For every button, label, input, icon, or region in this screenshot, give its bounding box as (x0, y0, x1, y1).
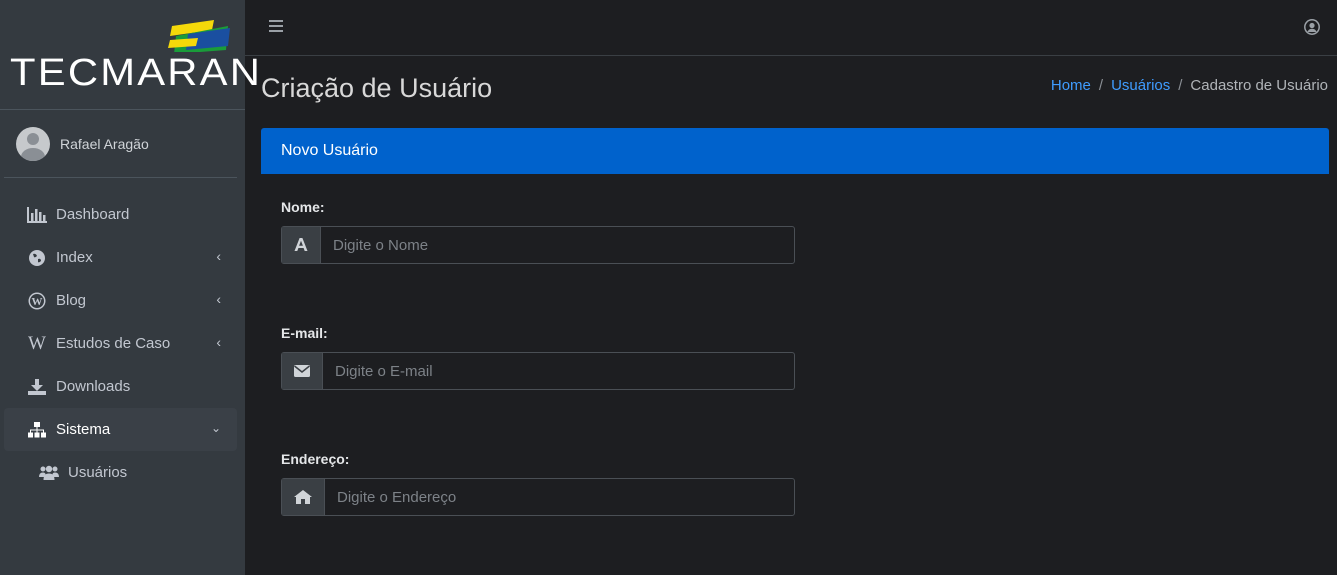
user-name: Rafael Aragão (60, 135, 149, 152)
email-input-group (281, 352, 795, 390)
breadcrumb-home-link[interactable]: Home (1051, 77, 1091, 94)
card-title: Novo Usuário (261, 128, 1329, 174)
sitemap-icon (26, 421, 48, 438)
new-user-card: Novo Usuário Nome: E-mail: Endereço: (261, 128, 1329, 575)
sidebar-item-index[interactable]: Index ‹ (4, 236, 237, 279)
endereco-input-group (281, 478, 795, 516)
chevron-down-icon: ⌄ (210, 421, 221, 435)
brand-name: TECMARAN (10, 52, 263, 94)
user-circle-icon[interactable] (1304, 19, 1320, 35)
envelope-icon (282, 353, 323, 389)
sidebar-item-estudos-de-caso[interactable]: W Estudos de Caso ‹ (4, 322, 237, 365)
chevron-left-icon: ‹ (216, 291, 221, 307)
hamburger-menu-icon[interactable] (269, 20, 283, 32)
nome-label: Nome: (281, 199, 325, 215)
wordpress-icon: W (26, 292, 48, 310)
sidebar-nav: Dashboard Index ‹ W Blog ‹ W Estudos de … (0, 178, 245, 494)
nome-form-group: Nome: (281, 199, 795, 264)
sidebar-item-label: Dashboard (56, 206, 130, 223)
breadcrumb-current: Cadastro de Usuário (1190, 77, 1328, 94)
breadcrumb: Home / Usuários / Cadastro de Usuário (1050, 77, 1328, 94)
globe-icon (26, 249, 48, 266)
sidebar-item-usuarios[interactable]: Usuários (4, 451, 237, 494)
nome-input-group (281, 226, 795, 264)
sidebar-item-label: Downloads (56, 378, 131, 395)
sidebar-item-dashboard[interactable]: Dashboard (4, 193, 237, 236)
svg-text:W: W (32, 296, 43, 308)
user-panel[interactable]: Rafael Aragão (4, 110, 237, 178)
sidebar-item-label: Usuários (68, 464, 128, 481)
breadcrumb-usuarios-link[interactable]: Usuários (1111, 77, 1170, 94)
endereco-label: Endereço: (281, 451, 350, 467)
sidebar-item-sistema[interactable]: Sistema ⌄ (4, 408, 237, 451)
logo-flag-icon (168, 20, 230, 52)
wikipedia-icon: W (28, 332, 46, 354)
topbar (245, 0, 1337, 56)
endereco-form-group: Endereço: (281, 451, 795, 516)
font-icon (282, 227, 321, 263)
sidebar-item-blog[interactable]: W Blog ‹ (4, 279, 237, 322)
users-icon (38, 465, 60, 481)
page-title: Criação de Usuário (261, 73, 493, 103)
chevron-left-icon: ‹ (216, 334, 221, 350)
sidebar-item-downloads[interactable]: Downloads (4, 365, 237, 408)
endereco-input[interactable] (325, 479, 794, 515)
download-icon (26, 378, 48, 395)
email-label: E-mail: (281, 325, 328, 341)
avatar (16, 126, 50, 161)
email-input[interactable] (323, 353, 794, 389)
sidebar-item-label: Sistema (56, 421, 111, 438)
chevron-left-icon: ‹ (216, 248, 221, 264)
sidebar: TECMARAN Rafael Aragão Dashboard Index ‹… (0, 0, 260, 575)
sidebar-item-label: Estudos de Caso (56, 335, 171, 352)
sidebar-item-label: Index (56, 249, 93, 266)
email-form-group: E-mail: (281, 325, 795, 390)
brand-logo[interactable]: TECMARAN (0, 0, 260, 110)
nome-input[interactable] (321, 227, 794, 263)
home-icon (282, 479, 325, 515)
sidebar-item-label: Blog (56, 292, 87, 309)
bar-chart-icon (26, 206, 48, 223)
